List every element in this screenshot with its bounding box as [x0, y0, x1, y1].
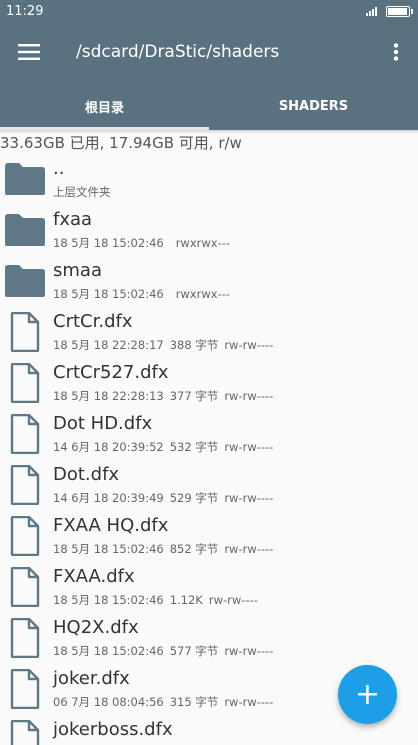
item-meta: 18 5月 18 15:02:46 577 字节 rw-rw----	[53, 643, 279, 659]
item-date: 06 7月 18 08:04:56	[53, 695, 164, 709]
file-row[interactable]: FXAA.dfx 18 5月 18 15:02:46 1.12K rw-rw----	[0, 564, 418, 615]
item-permissions: rwxrwx---	[175, 236, 231, 250]
status-bar: 11:29	[0, 0, 418, 22]
add-button[interactable]: +	[338, 665, 397, 724]
item-name: HQ2X.dfx	[53, 617, 139, 638]
file-icon	[3, 462, 47, 508]
file-icon	[3, 615, 47, 661]
item-meta: 18 5月 18 22:28:13 377 字节 rw-rw----	[53, 388, 279, 404]
item-date: 18 5月 18 22:28:13	[53, 389, 164, 403]
file-list: .. 上层文件夹 fxaa 18 5月 18 15:02:46 rwxrwx--- sma…	[0, 156, 418, 745]
item-permissions: rw-rw----	[224, 440, 274, 454]
item-date: 18 5月 18 15:02:46	[53, 593, 164, 607]
item-name: jokerboss.dfx	[53, 719, 173, 740]
item-permissions: rw-rw----	[224, 644, 274, 658]
folder-icon	[3, 258, 47, 304]
item-meta: 18 5月 18 15:02:46 rwxrwx---	[53, 286, 236, 302]
item-size: 377 字节	[169, 389, 219, 403]
item-permissions: rwxrwx---	[175, 287, 231, 301]
folder-row[interactable]: .. 上层文件夹	[0, 156, 418, 207]
app-bar: /sdcard/DraStic/shaders	[0, 22, 418, 82]
file-icon	[3, 666, 47, 712]
plus-icon: +	[354, 677, 381, 712]
file-icon	[3, 360, 47, 406]
item-name: FXAA.dfx	[53, 566, 135, 587]
item-name: CrtCr527.dfx	[53, 362, 169, 383]
tab-bar: 根目录 SHADERS	[0, 82, 418, 130]
file-row[interactable]: HQ2X.dfx 18 5月 18 15:02:46 577 字节 rw-rw----	[0, 615, 418, 666]
item-name: ..	[53, 158, 65, 179]
item-name: smaa	[53, 260, 102, 281]
item-date: 18 5月 18 22:28:17	[53, 338, 164, 352]
item-size: 529 字节	[169, 491, 219, 505]
file-row[interactable]: FXAA HQ.dfx 18 5月 18 15:02:46 852 字节 rw-rw-…	[0, 513, 418, 564]
menu-button[interactable]	[0, 22, 58, 82]
item-date: 18 5月 18 15:02:46	[53, 236, 164, 250]
folder-row[interactable]: smaa 18 5月 18 15:02:46 rwxrwx---	[0, 258, 418, 309]
item-size: 532 字节	[169, 440, 219, 454]
file-icon	[3, 513, 47, 559]
item-size: 315 字节	[169, 695, 219, 709]
item-meta: 14 6月 18 20:39:49 529 字节 rw-rw----	[53, 490, 279, 506]
file-row[interactable]: CrtCr527.dfx 18 5月 18 22:28:13 377 字节 rw-rw…	[0, 360, 418, 411]
signal-icon	[366, 7, 377, 16]
item-date: 上层文件夹	[53, 185, 111, 199]
item-size: 852 字节	[169, 542, 219, 556]
file-icon	[3, 411, 47, 457]
item-meta: 上层文件夹	[53, 184, 129, 200]
item-meta: 18 5月 18 15:02:46 rwxrwx---	[53, 235, 236, 251]
item-name: CrtCr.dfx	[53, 311, 133, 332]
item-meta: 14 6月 18 20:39:52 532 字节 rw-rw----	[53, 439, 279, 455]
file-icon	[3, 717, 47, 745]
item-name: FXAA HQ.dfx	[53, 515, 169, 536]
overflow-menu-button[interactable]	[374, 22, 418, 82]
item-permissions: rw-rw----	[224, 338, 274, 352]
file-row[interactable]: Dot.dfx 14 6月 18 20:39:49 529 字节 rw-rw----	[0, 462, 418, 513]
item-permissions: rw-rw----	[224, 542, 274, 556]
more-vert-icon	[393, 43, 399, 61]
item-size: 577 字节	[169, 644, 219, 658]
item-permissions: rw-rw----	[224, 491, 274, 505]
hamburger-icon	[18, 44, 40, 60]
item-date: 18 5月 18 15:02:46	[53, 644, 164, 658]
item-meta: 06 7月 18 08:04:56 315 字节 rw-rw----	[53, 694, 279, 710]
tab-root[interactable]: 根目录	[0, 82, 209, 130]
file-row[interactable]: Dot HD.dfx 14 6月 18 20:39:52 532 字节 rw-rw--…	[0, 411, 418, 462]
item-name: joker.dfx	[53, 668, 130, 689]
folder-row[interactable]: fxaa 18 5月 18 15:02:46 rwxrwx---	[0, 207, 418, 258]
file-row[interactable]: CrtCr.dfx 18 5月 18 22:28:17 388 字节 rw-rw---…	[0, 309, 418, 360]
storage-info: 33.63GB 已用, 17.94GB 可用, r/w	[0, 134, 242, 152]
item-meta: 18 5月 18 22:28:17 388 字节 rw-rw----	[53, 337, 279, 353]
status-time: 11:29	[6, 3, 44, 19]
item-size: 1.12K	[169, 593, 203, 607]
path-title: /sdcard/DraStic/shaders	[76, 42, 280, 62]
file-icon	[3, 564, 47, 610]
item-date: 14 6月 18 20:39:49	[53, 491, 164, 505]
tab-shaders[interactable]: SHADERS	[209, 82, 418, 130]
folder-icon	[3, 207, 47, 253]
item-date: 18 5月 18 15:02:46	[53, 287, 164, 301]
item-name: Dot.dfx	[53, 464, 120, 485]
item-permissions: rw-rw----	[224, 389, 274, 403]
status-icons	[366, 5, 413, 17]
item-permissions: rw-rw----	[208, 593, 258, 607]
file-icon	[3, 309, 47, 355]
item-size: 388 字节	[169, 338, 219, 352]
item-meta: 18 5月 18 15:02:46 1.12K rw-rw----	[53, 592, 264, 608]
item-meta: 18 5月 18 15:02:46 852 字节 rw-rw----	[53, 541, 279, 557]
item-date: 14 6月 18 20:39:52	[53, 440, 164, 454]
item-name: Dot HD.dfx	[53, 413, 153, 434]
item-name: fxaa	[53, 209, 93, 230]
folder-icon	[3, 156, 47, 202]
tab-indicator	[0, 127, 209, 130]
item-date: 18 5月 18 15:02:46	[53, 542, 164, 556]
item-permissions: rw-rw----	[224, 695, 274, 709]
battery-icon	[386, 5, 413, 17]
